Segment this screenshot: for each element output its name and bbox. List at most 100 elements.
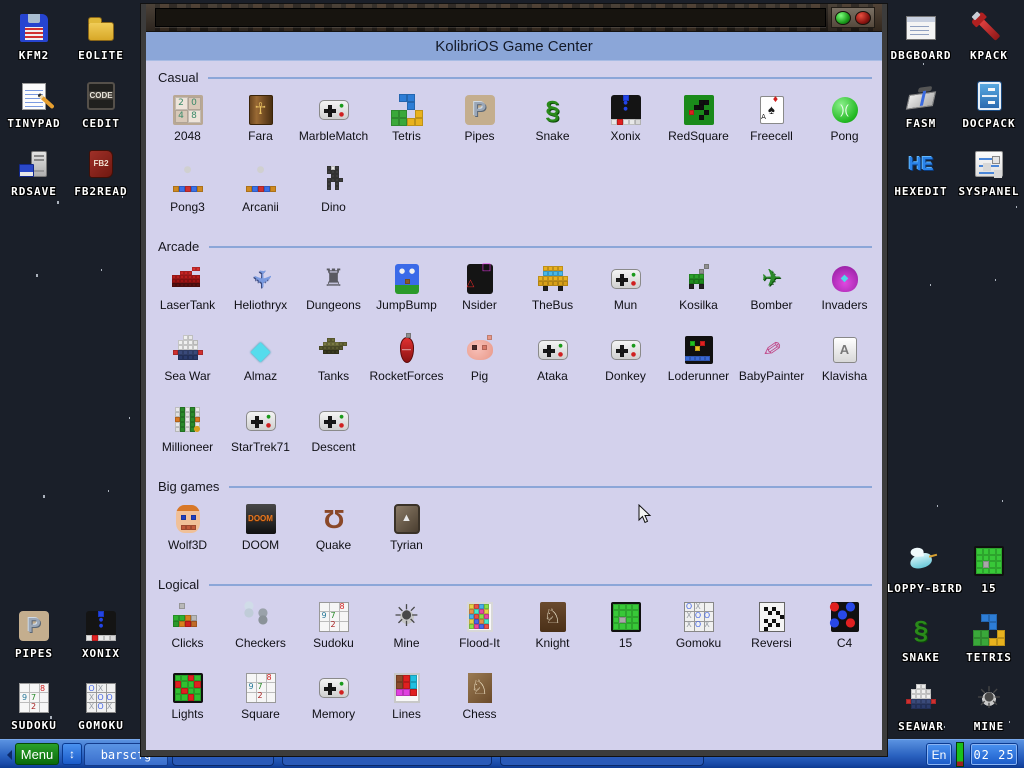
game-item-square[interactable]: 8 9 7 2 Square (224, 666, 297, 737)
game-item-descent[interactable]: ● ● Descent (297, 399, 370, 470)
desktop-icon-label: SNAKE (901, 651, 941, 664)
desktop-icon-cedit[interactable]: CODE CEDIT (51, 78, 151, 130)
game-item-15[interactable]: 15 (589, 595, 662, 666)
game-item-xonix[interactable]: ● ● Xonix (589, 88, 662, 159)
desktop-icon-fb2read[interactable]: FB2 FB2READ (51, 146, 151, 198)
game-item-redsquare[interactable]: RedSquare (662, 88, 735, 159)
game-item-klavisha[interactable]: A Klavisha (808, 328, 881, 399)
game-item-wolf3d[interactable]: Wolf3D (151, 497, 224, 568)
cpu-load-indicator[interactable] (956, 742, 964, 767)
game-item-kosilka[interactable]: Kosilka (662, 257, 735, 328)
game-item-jumpbump[interactable]: ● ● JumpBump (370, 257, 443, 328)
startrek71-icon: ● ● (245, 410, 276, 431)
clock-button[interactable]: 02 25 (970, 743, 1018, 766)
keyboard-layout-button[interactable]: En (926, 743, 952, 766)
game-item-c4[interactable]: ● ● ● ● ● C4 (808, 595, 881, 666)
game-item-sea-war[interactable]: Sea War (151, 328, 224, 399)
game-item-invaders[interactable]: ◆ Invaders (808, 257, 881, 328)
icon-pixel: 4 (174, 109, 188, 123)
section-header-logical: Logical (158, 577, 872, 592)
desktop-icon-xonix[interactable]: ● ● XONIX (51, 608, 151, 660)
game-item-mine[interactable]: ☀ Mine (370, 595, 443, 666)
game-item-pig[interactable]: Pig (443, 328, 516, 399)
game-item-nsider[interactable]: □ △ Nsider (443, 257, 516, 328)
game-item-dungeons[interactable]: ♜ Dungeons (297, 257, 370, 328)
game-item-dino[interactable]: Dino (297, 159, 370, 230)
game-item-memory[interactable]: ● ● Memory (297, 666, 370, 737)
desktop-icon-tetris[interactable]: TETRIS (939, 612, 1024, 664)
square-icon: 8972 (245, 672, 276, 703)
icon-pixel (390, 109, 399, 118)
game-item-doom[interactable]: DOOM DOOM (224, 497, 297, 568)
game-item-checkers[interactable]: ● ● ● ● Checkers (224, 595, 297, 666)
snake-icon: § (905, 614, 937, 646)
game-item-lines[interactable]: Lines (370, 666, 443, 737)
game-item-tyrian[interactable]: ▲ Tyrian (370, 497, 443, 568)
minimize-button-led[interactable] (835, 10, 851, 25)
game-art: ● ● (610, 332, 641, 367)
menu-button[interactable]: Menu (15, 743, 59, 765)
window-switch-button[interactable]: ↕ (62, 743, 82, 765)
game-item-sudoku[interactable]: 8 9 7 2 Sudoku (297, 595, 370, 666)
game-item-freecell[interactable]: ♦ A ♠ Freecell (735, 88, 808, 159)
game-item-reversi[interactable]: Reversi (735, 595, 808, 666)
game-item-tanks[interactable]: Tanks (297, 328, 370, 399)
game-item-lights[interactable]: Lights (151, 666, 224, 737)
icon-pixel (704, 355, 710, 361)
game-item-pong[interactable]: )(Pong (808, 88, 881, 159)
icon-pixel (995, 567, 1002, 574)
game-art: ✎ (756, 332, 788, 367)
game-item-fara[interactable]: ☥ Fara (224, 88, 297, 159)
game-label: Kosilka (679, 298, 718, 312)
game-item-flood-it[interactable]: Flood-It (443, 595, 516, 666)
game-art: ● ● (318, 92, 349, 127)
tinypad-icon (22, 82, 46, 110)
game-item-ataka[interactable]: ● ● Ataka (516, 328, 589, 399)
game-item-pipes[interactable]: P Pipes (443, 88, 516, 159)
game-item-donkey[interactable]: ● ● Donkey (589, 328, 662, 399)
icon-pixel (699, 340, 705, 346)
game-item-tetris[interactable]: Tetris (370, 88, 443, 159)
game-item-mun[interactable]: ● ● Mun (589, 257, 662, 328)
window-titlebar[interactable] (146, 4, 882, 32)
clicks-icon (172, 602, 203, 631)
game-label: BabyPainter (738, 369, 805, 383)
game-item-bomber[interactable]: ✈ Bomber (735, 257, 808, 328)
game-art: OXXOOXOX (683, 599, 714, 634)
game-item-rocketforces[interactable]: — RocketForces (369, 328, 444, 399)
section-items-casual: 2 0 4 8 2048 ☥ Fara ● ● MarbleMatch Tetris P Pipes § S… (146, 85, 882, 230)
game-label: 2048 (174, 129, 201, 143)
game-item-knight[interactable]: ♘ Knight (516, 595, 589, 666)
desktop-icon-label: FASM (905, 117, 937, 130)
c4-icon: ● ● ● ● ● (829, 600, 859, 632)
game-item-clicks[interactable]: Clicks (151, 595, 224, 666)
game-item-gomoku[interactable]: O X X O O X O X Gomoku (662, 595, 735, 666)
knight-icon: ♘ (539, 601, 566, 632)
game-item-thebus[interactable]: TheBus (516, 257, 589, 328)
game-item-heliothryx[interactable]: ✈ Heliothryx (224, 257, 297, 328)
game-item-lasertank[interactable]: LaserTank (151, 257, 224, 328)
game-item-babypainter[interactable]: ✎ BabyPainter (735, 328, 808, 399)
desktop-icon-gomoku[interactable]: O X X O O X O X GOMOKU (51, 680, 151, 732)
game-item-startrek71[interactable]: ● ● StarTrek71 (224, 399, 297, 470)
game-item-loderunner[interactable]: Loderunner (662, 328, 735, 399)
game-item-arcanii[interactable]: ● Arcanii (224, 159, 297, 230)
game-item-millioneer[interactable]: ● Millioneer (151, 399, 224, 470)
desktop-icon-15[interactable]: 15 (939, 543, 1024, 595)
taskbar-collapse-arrow-icon[interactable] (2, 750, 12, 760)
desktop-icon-syspanel[interactable]: SYSPANEL (939, 146, 1024, 198)
game-item-quake[interactable]: Ω Quake (297, 497, 370, 568)
game-item-marblematch[interactable]: ● ● MarbleMatch (297, 88, 370, 159)
game-item-almaz[interactable]: ◆ Almaz (224, 328, 297, 399)
desktop-icon-docpack[interactable]: DOCPACK (939, 78, 1024, 130)
game-label: Lights (171, 707, 204, 721)
game-item-snake[interactable]: § Snake (516, 88, 589, 159)
game-item-chess[interactable]: ♘ Chess (443, 666, 516, 737)
desktop-icon-kpack[interactable]: KPACK (939, 10, 1024, 62)
game-item-pong3[interactable]: ● Pong3 (151, 159, 224, 230)
game-item-2048[interactable]: 2 0 4 8 2048 (151, 88, 224, 159)
icon-pixel: X (704, 620, 710, 629)
desktop-icon-mine[interactable]: ☀ MINE (939, 681, 1024, 733)
desktop-icon-eolite[interactable]: EOLITE (51, 10, 151, 62)
close-button-led[interactable] (855, 10, 871, 25)
